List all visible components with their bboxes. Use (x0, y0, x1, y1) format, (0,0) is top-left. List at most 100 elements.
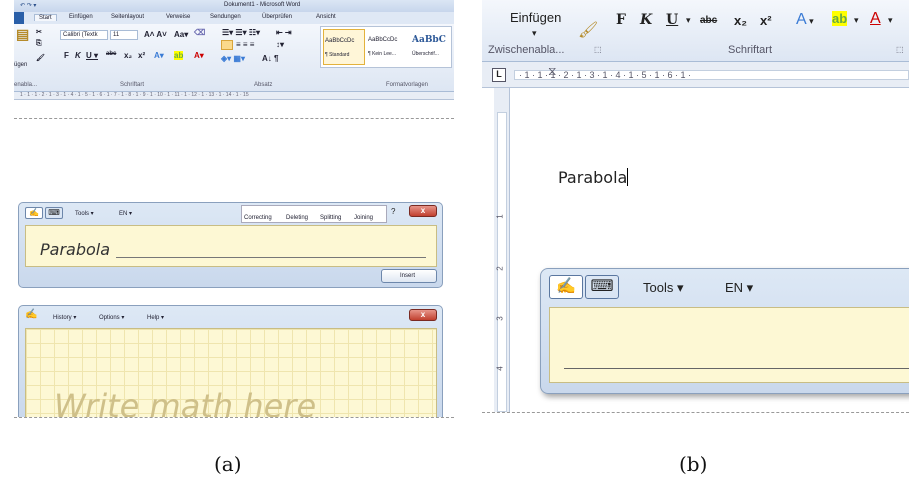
clipboard-launcher-icon[interactable]: ⬚ (594, 45, 602, 54)
tab-ueberpruefen[interactable]: Überprüfen (262, 14, 292, 20)
pen-mode-button[interactable]: ✍ (25, 207, 43, 219)
ruler-track: · 1 · 1 · 1 · 2 · 1 · 3 · 1 · 4 · 1 · 5 … (514, 70, 909, 80)
correcting-button[interactable]: Correcting (244, 215, 272, 221)
help-menu[interactable]: Help ▾ (147, 314, 164, 321)
align-icons[interactable]: ≡ ≡ ≡ (236, 40, 254, 49)
file-tab[interactable] (14, 12, 24, 24)
splitting-button[interactable]: Splitting (320, 215, 341, 221)
superscript-button[interactable]: x² (138, 51, 145, 60)
strike-button[interactable]: abc (106, 51, 116, 57)
correction-actions: Correcting Deleting Splitting Joining (241, 205, 387, 223)
paste-label-b[interactable]: Einfügen (510, 10, 561, 25)
writing-area[interactable]: Parabola (25, 225, 437, 267)
underline-arrow-icon[interactable]: ▾ (686, 15, 691, 26)
window-title: Dokument1 - Microsoft Word (224, 2, 301, 8)
quick-access-icons[interactable]: ↶ ↷ ▾ (20, 2, 36, 9)
deleting-button[interactable]: Deleting (286, 215, 308, 221)
tab-sendungen[interactable]: Sendungen (210, 14, 241, 20)
options-menu[interactable]: Options ▾ (99, 314, 124, 321)
caption-a: (a) (214, 452, 242, 476)
math-close-button[interactable]: x (409, 309, 437, 321)
bullets-icon[interactable]: ☰▾ ☰▾ ☷▾ (222, 28, 260, 37)
tab-seitenlayout[interactable]: Seitenlayout (111, 14, 144, 20)
underline-button[interactable]: U ▾ (86, 51, 98, 60)
tab-stop-selector[interactable]: L (492, 68, 506, 82)
align-left-button[interactable] (221, 40, 233, 50)
document-page[interactable] (14, 100, 454, 120)
font-color-icon-b[interactable]: A (870, 10, 881, 28)
group-schriftart-b: Schriftart (728, 44, 773, 56)
superscript-button-b[interactable]: x² (760, 13, 772, 28)
italic-button-b[interactable]: K (640, 12, 652, 28)
vertical-ruler[interactable]: 1 2 3 4 (494, 88, 510, 420)
history-menu[interactable]: History ▾ (53, 314, 76, 321)
tab-start[interactable]: Start (34, 14, 57, 21)
keyboard-button-b[interactable]: ⌨ (585, 275, 619, 299)
indent-icon[interactable]: ⇤ ⇥ (276, 28, 292, 37)
font-color-arrow-icon[interactable]: ▾ (888, 15, 893, 26)
cut-icon[interactable]: ✂ (36, 28, 42, 36)
bold-button[interactable]: F (64, 51, 69, 60)
highlight-icon[interactable]: ab (174, 51, 184, 60)
pen-mode-button-b[interactable]: ✍ (549, 275, 583, 299)
clear-format-icon[interactable]: ⌫ (194, 28, 205, 37)
language-menu[interactable]: EN ▾ (119, 210, 132, 217)
strike-button-b[interactable]: abc (700, 15, 717, 26)
sort-icon[interactable]: A↓ ¶ (262, 54, 278, 63)
vruler-mark-4: 4 (495, 366, 505, 371)
vruler-mark-2: 2 (495, 266, 505, 271)
format-painter-icon[interactable]: 🖌 (36, 54, 45, 62)
help-icon[interactable]: ? (391, 207, 395, 216)
change-case-icon[interactable]: Aa▾ (174, 30, 188, 39)
tab-verweise[interactable]: Verweise (166, 14, 190, 20)
insert-button[interactable]: Insert (381, 269, 437, 283)
highlight-icon-b[interactable]: ab (832, 11, 848, 26)
text-effects-icon[interactable]: A▾ (154, 51, 164, 60)
tools-menu-b[interactable]: Tools ▾ (643, 280, 684, 296)
underline-button-b[interactable]: U (666, 12, 678, 28)
torn-edge-b (482, 412, 909, 420)
writing-area-b[interactable] (549, 307, 909, 383)
shading-icon[interactable]: ◈▾ ▦▾ (221, 54, 245, 63)
horizontal-ruler[interactable]: 1 · 1 · 1 · 2 · 1 · 3 · 1 · 4 · 1 · 5 · … (14, 92, 454, 100)
subscript-button[interactable]: x₂ (124, 51, 132, 60)
tab-ansicht[interactable]: Ansicht (316, 14, 336, 20)
font-size-box[interactable]: 11 (110, 30, 138, 40)
language-menu-b[interactable]: EN ▾ (725, 280, 753, 296)
style-gallery: AaBbCcDc ¶ Standard AaBbCcDc ¶ Kein Lee.… (320, 26, 452, 68)
close-button[interactable]: x (409, 205, 437, 217)
input-panel-b: ✍ ⌨ Tools ▾ EN ▾ (540, 268, 909, 394)
group-clipboard: enabla... (14, 82, 38, 88)
italic-button[interactable]: K (75, 51, 81, 60)
math-writing-area[interactable]: Write math here (25, 328, 437, 425)
bold-button-b[interactable]: F (616, 12, 626, 28)
highlight-arrow-icon[interactable]: ▾ (854, 15, 859, 26)
line-spacing-icon[interactable]: ↕▾ (276, 40, 284, 49)
style-ueberschrift[interactable]: AaBbC Überschrif... (411, 29, 453, 65)
format-painter-icon-b[interactable]: 🖌 (578, 20, 598, 40)
paste-arrow-icon[interactable]: ▾ (532, 28, 537, 39)
tools-menu[interactable]: Tools ▾ (75, 210, 94, 217)
text-effects-icon-b[interactable]: A ▾ (796, 11, 814, 29)
paste-icon[interactable]: ▤ (16, 26, 29, 43)
tab-einfuegen[interactable]: Einfügen (69, 14, 93, 20)
math-panel-icon: ✍ (25, 309, 38, 320)
keyboard-button[interactable]: ⌨ (45, 207, 63, 219)
horizontal-ruler-b[interactable]: L · 1 · 1 · 1 · 2 · 1 · 3 · 1 · 4 · 1 · … (482, 62, 909, 88)
document-text[interactable]: Parabola (558, 168, 629, 187)
font-name-box[interactable]: Calibri (Textk (60, 30, 108, 40)
copy-icon[interactable]: ⎘ (36, 40, 42, 48)
style-standard[interactable]: AaBbCcDc ¶ Standard (323, 29, 365, 65)
vruler-mark-3: 3 (495, 316, 505, 321)
paste-label[interactable]: ügen (14, 62, 27, 68)
joining-button[interactable]: Joining (354, 215, 373, 221)
indent-marker[interactable]: ⧖ (548, 64, 556, 79)
font-launcher-icon[interactable]: ⬚ (896, 45, 904, 54)
font-color-icon[interactable]: A▾ (194, 51, 204, 60)
input-panel: ✍ ⌨ Tools ▾ EN ▾ Correcting Deleting Spl… (18, 202, 443, 288)
subscript-button-b[interactable]: x₂ (734, 13, 747, 28)
style-kein-leerraum[interactable]: AaBbCcDc ¶ Kein Lee... (367, 29, 409, 65)
panel-b: Einfügen ▾ 🖌 F K U ▾ abc x₂ x² A ▾ ab ▾ … (482, 0, 909, 420)
math-input-panel: ✍ History ▾ Options ▾ Help ▾ x Write mat… (18, 305, 443, 425)
grow-font-icon[interactable]: A˄ A˅ (144, 30, 167, 39)
